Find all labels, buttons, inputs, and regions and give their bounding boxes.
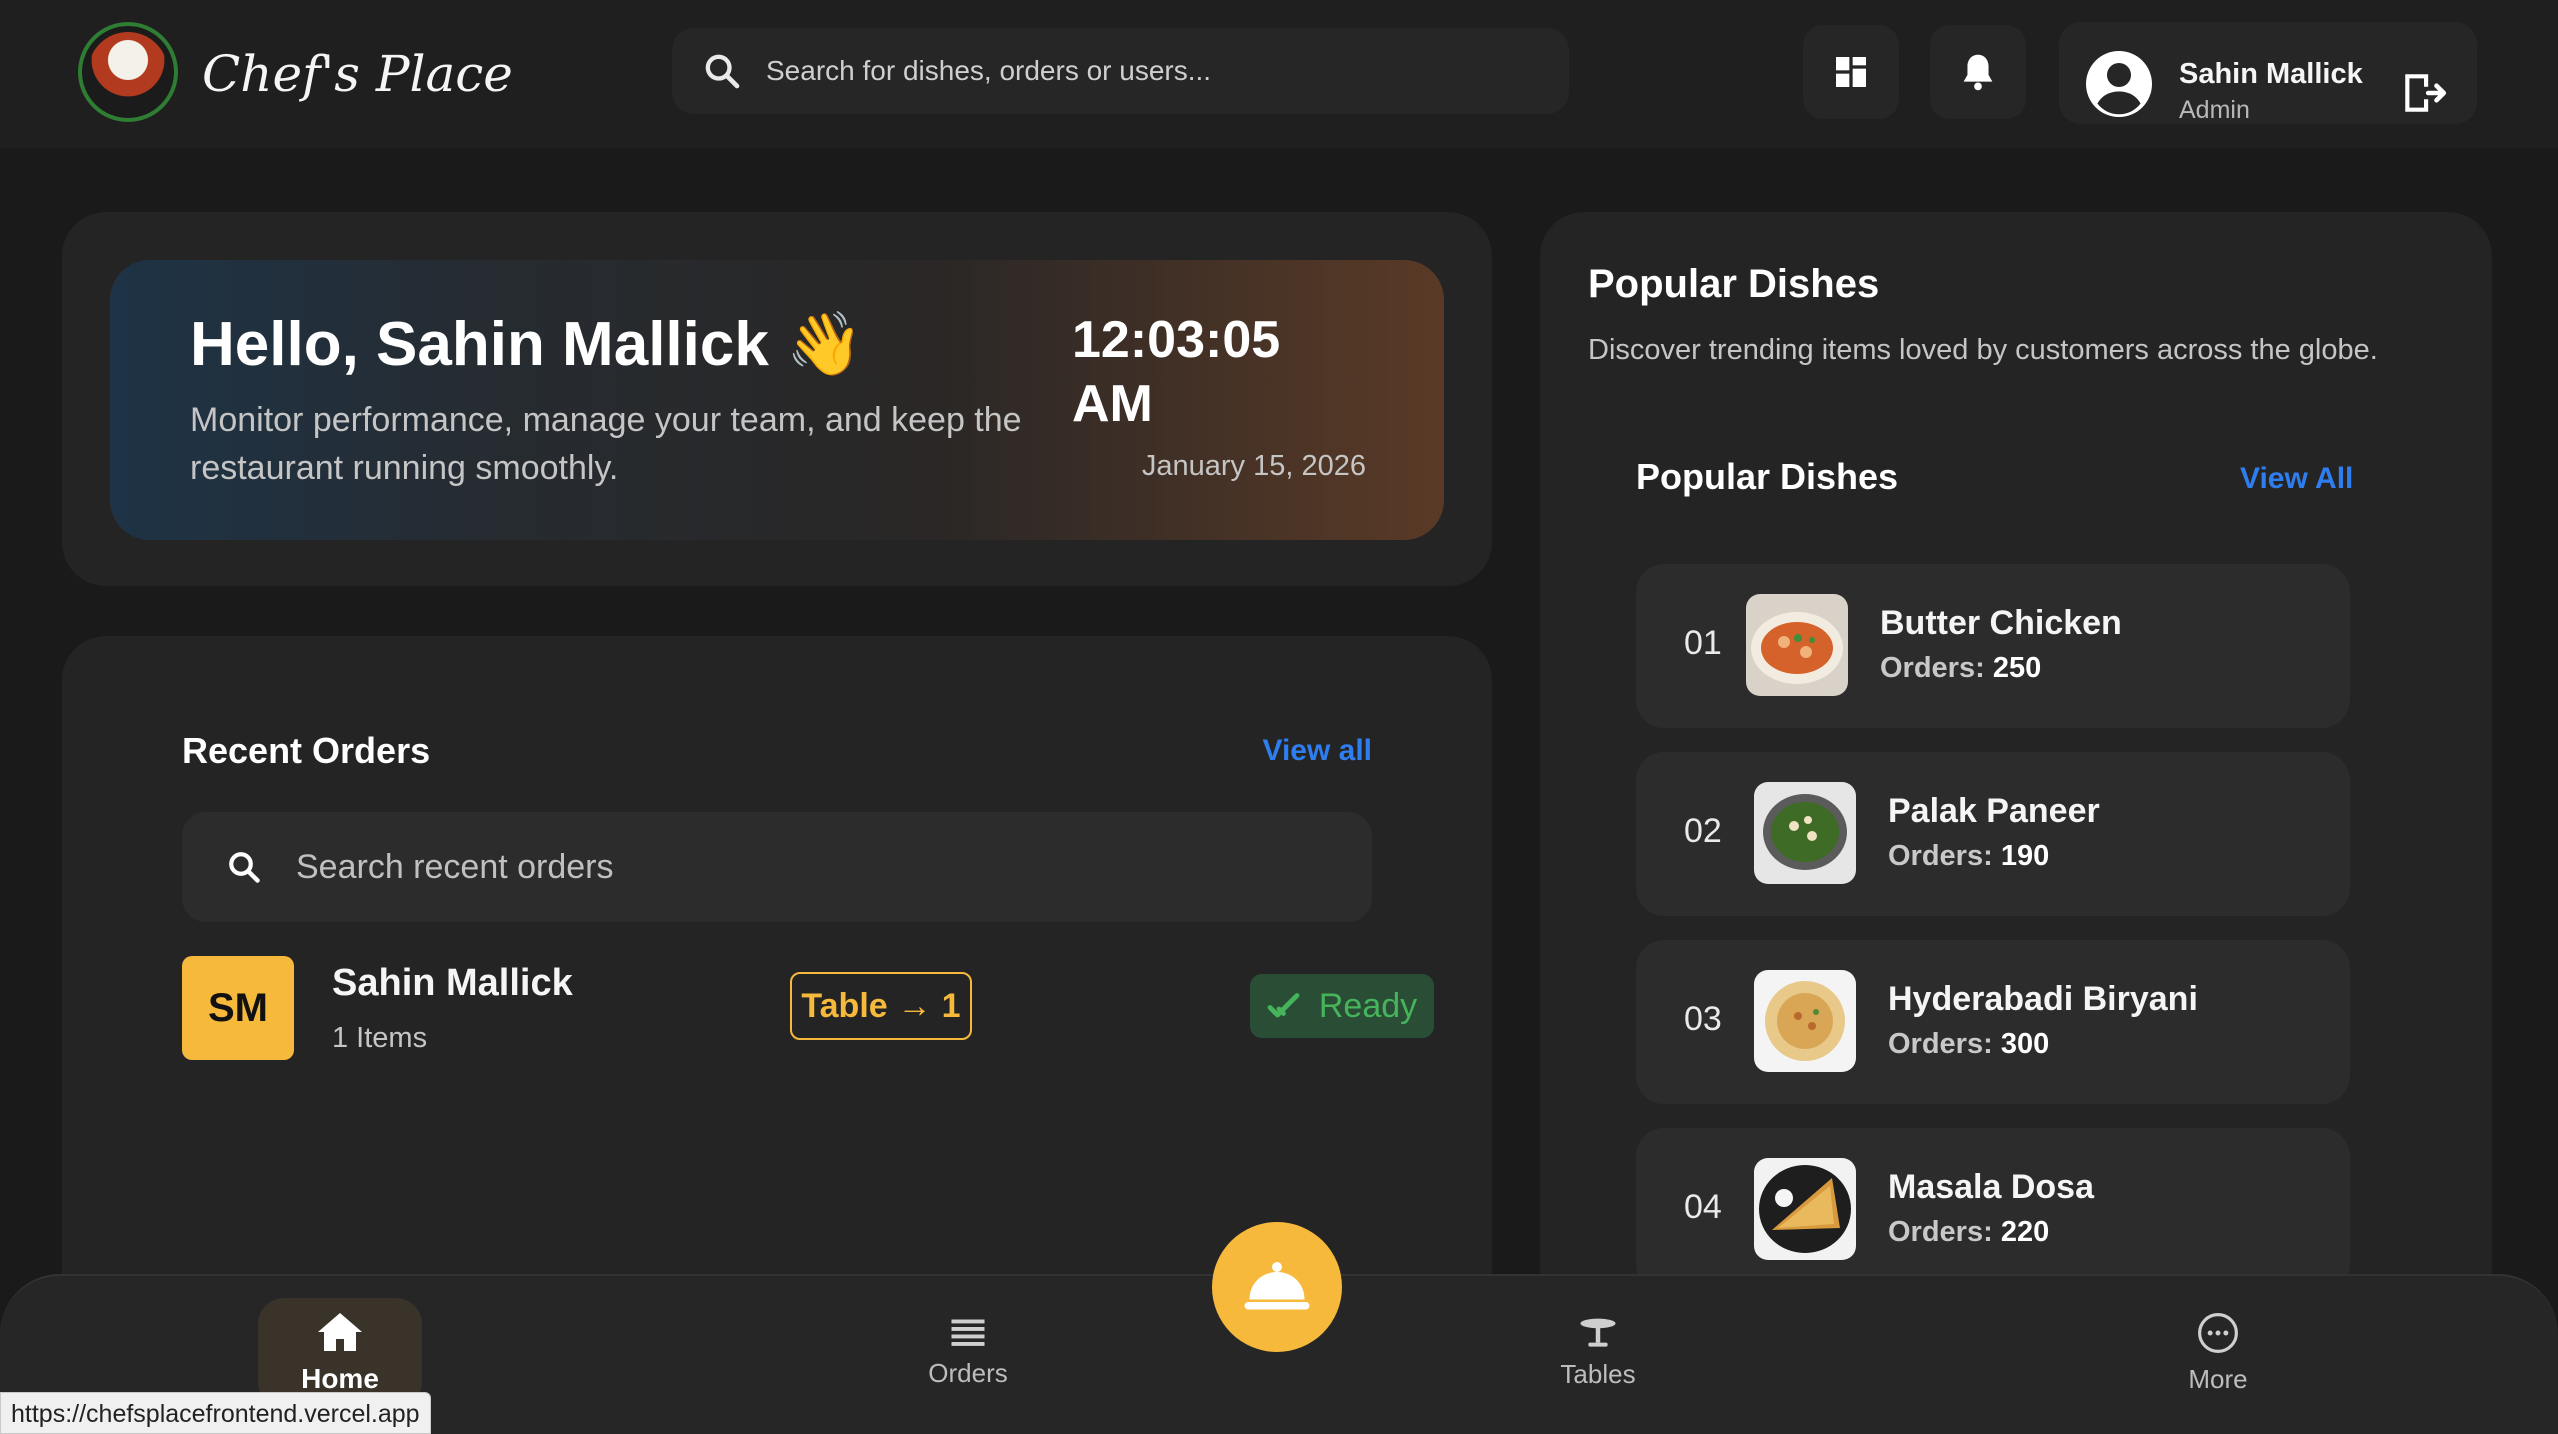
dish-item[interactable]: 02 Palak Paneer Orders: 190 xyxy=(1636,752,2350,916)
orders-count: 220 xyxy=(2000,1216,2050,1248)
welcome-section: Hello, Sahin Mallick 👋 Monitor performan… xyxy=(62,212,1492,586)
user-avatar-icon xyxy=(2086,51,2152,117)
nav-more[interactable]: More xyxy=(2136,1298,2300,1408)
user-role: Admin xyxy=(2179,96,2250,124)
global-search-input[interactable] xyxy=(766,55,1526,87)
nav-more-label: More xyxy=(2188,1363,2248,1394)
nav-orders-label: Orders xyxy=(928,1357,1008,1388)
search-icon xyxy=(705,54,740,89)
dish-item[interactable]: 01 Butter Chicken Orders: 250 xyxy=(1636,564,2350,728)
status-label: Ready xyxy=(1318,986,1418,1025)
dashboard-button[interactable] xyxy=(1803,25,1899,119)
notifications-button[interactable] xyxy=(1930,25,2026,119)
status-badge: Ready xyxy=(1250,974,1434,1038)
top-header: Chef's Place Sahin Mallick Admin xyxy=(0,0,2558,148)
orders-count: 250 xyxy=(1992,652,2042,684)
dish-orders: Orders: 250 xyxy=(1880,652,2041,685)
orders-label: Orders: xyxy=(1888,1216,1993,1248)
popular-dishes-card: Popular Dishes Discover trending items l… xyxy=(1540,212,2492,1412)
dish-item[interactable]: 03 Hyderabadi Biryani Orders: 300 xyxy=(1636,940,2350,1104)
arrow-right-icon: → xyxy=(897,986,932,1025)
double-check-icon xyxy=(1267,993,1300,1018)
orders-count: 190 xyxy=(2000,840,2050,872)
popular-dishes-heading: Popular Dishes xyxy=(1588,262,1880,306)
order-row[interactable]: SM Sahin Mallick 1 Items Table → 1 Ready xyxy=(182,956,1434,1060)
orders-label: Orders: xyxy=(1888,1028,1993,1060)
recent-orders-title: Recent Orders xyxy=(182,730,431,771)
dish-rank: 01 xyxy=(1684,624,1722,662)
dish-orders: Orders: 220 xyxy=(1888,1216,2049,1249)
nav-tables[interactable]: Tables xyxy=(1516,1298,1680,1408)
table-number: 1 xyxy=(941,986,961,1025)
brand-name: Chef's Place xyxy=(202,45,513,103)
dish-orders: Orders: 190 xyxy=(1888,840,2049,873)
greeting-description: Monitor performance, manage your team, a… xyxy=(190,401,1022,487)
dish-orders: Orders: 300 xyxy=(1888,1028,2049,1061)
dish-rank: 02 xyxy=(1684,812,1722,850)
customer-avatar: SM xyxy=(182,956,294,1060)
logo[interactable] xyxy=(78,22,178,122)
recent-orders-search xyxy=(182,812,1372,922)
nav-orders[interactable]: Orders xyxy=(886,1298,1050,1408)
greeting-title: Hello, Sahin Mallick 👋 xyxy=(190,310,864,379)
table-badge: Table → 1 xyxy=(790,972,972,1040)
global-search xyxy=(672,28,1569,114)
user-profile[interactable]: Sahin Mallick Admin xyxy=(2059,22,2477,124)
table-label: Table xyxy=(801,986,888,1025)
logout-icon[interactable] xyxy=(2399,68,2449,118)
new-order-fab-button[interactable] xyxy=(1212,1222,1342,1352)
dish-name: Masala Dosa xyxy=(1888,1168,2094,1206)
popular-dishes-list-title: Popular Dishes xyxy=(1636,456,1899,497)
logo-chef-emblem xyxy=(88,32,168,112)
tables-icon xyxy=(1580,1318,1616,1347)
orders-label: Orders: xyxy=(1880,652,1985,684)
current-date: January 15, 2026 xyxy=(1141,450,1366,482)
recent-orders-view-all-link[interactable]: View all xyxy=(1262,734,1372,768)
popular-dishes-view-all-link[interactable]: View All xyxy=(2240,462,2353,496)
home-icon xyxy=(318,1313,362,1351)
customer-name: Sahin Mallick xyxy=(332,962,573,1004)
dish-name: Palak Paneer xyxy=(1888,792,2100,830)
dish-name: Hyderabadi Biryani xyxy=(1888,980,2198,1018)
nav-home-label: Home xyxy=(301,1363,379,1394)
cloche-icon xyxy=(1244,1262,1310,1310)
welcome-banner: Hello, Sahin Mallick 👋 Monitor performan… xyxy=(110,260,1444,540)
dashboard-icon xyxy=(1836,57,1866,87)
orders-label: Orders: xyxy=(1888,840,1993,872)
recent-orders-search-input[interactable] xyxy=(296,847,1296,887)
orders-count: 300 xyxy=(2000,1028,2050,1060)
dish-rank: 03 xyxy=(1684,1000,1722,1038)
popular-dishes-subtitle: Discover trending items loved by custome… xyxy=(1588,334,2378,366)
orders-icon xyxy=(951,1319,985,1346)
dish-image xyxy=(1746,594,1848,696)
nav-tables-label: Tables xyxy=(1560,1358,1636,1389)
browser-status-url: https://chefsplacefrontend.vercel.app xyxy=(0,1392,431,1434)
dish-image xyxy=(1754,970,1856,1072)
bell-icon xyxy=(1963,54,1993,91)
more-icon xyxy=(2198,1312,2238,1353)
dish-rank: 04 xyxy=(1684,1188,1722,1226)
search-icon xyxy=(229,852,260,883)
dish-name: Butter Chicken xyxy=(1880,604,2122,642)
current-time: 12:03:05 AM xyxy=(1072,311,1281,433)
order-item-count: 1 Items xyxy=(332,1022,428,1054)
user-name: Sahin Mallick xyxy=(2179,58,2363,90)
dish-image xyxy=(1754,1158,1856,1260)
dish-image xyxy=(1754,782,1856,884)
dish-item[interactable]: 04 Masala Dosa Orders: 220 xyxy=(1636,1128,2350,1292)
